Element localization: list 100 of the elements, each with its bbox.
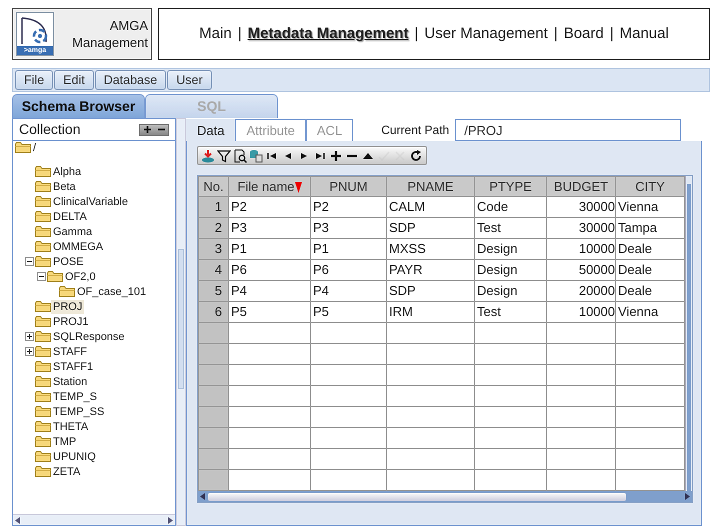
vertical-scrollbar[interactable] (176, 118, 186, 526)
tree-item[interactable]: OMMEGA (51, 240, 106, 254)
folder-icon (35, 165, 51, 178)
folder-icon (35, 300, 51, 313)
tree-item[interactable]: THETA (51, 420, 90, 434)
tree-item[interactable]: ZETA (51, 464, 82, 478)
row-number: 3 (198, 238, 228, 260)
table-cell: 10000 (546, 302, 616, 322)
column-header[interactable]: CITY (616, 176, 684, 196)
folder-icon (35, 330, 51, 343)
folder-icon (35, 195, 51, 208)
nav-link[interactable]: Metadata Management (248, 22, 408, 46)
table-cell: P5 (310, 302, 386, 322)
tree-item[interactable]: Gamma (51, 224, 94, 238)
plus-icon[interactable] (144, 126, 151, 133)
refresh-icon[interactable] (409, 148, 423, 162)
add-icon[interactable] (329, 148, 343, 162)
folder-icon (35, 375, 51, 388)
column-header[interactable]: BUDGET (546, 176, 616, 196)
folder-icon (35, 180, 51, 193)
menu-button[interactable]: Database (94, 70, 166, 90)
table-cell: 30000 (546, 218, 616, 238)
database-icon[interactable] (249, 148, 263, 162)
app-title: Management (71, 34, 148, 51)
table-cell: Design (474, 260, 546, 280)
tree-item[interactable]: TEMP_SS (51, 404, 106, 418)
expand-icon[interactable] (24, 332, 34, 341)
folder-icon (15, 141, 31, 154)
tree-item[interactable]: PROJ1 (51, 314, 90, 328)
tree-item[interactable]: OF2,0 (63, 270, 98, 284)
column-header[interactable]: File name (228, 176, 310, 196)
tree-item[interactable]: STAFF1 (51, 360, 96, 374)
tab[interactable]: Schema Browser (12, 94, 145, 118)
tree-item[interactable]: DELTA (51, 210, 89, 224)
export-icon[interactable] (201, 148, 215, 162)
tree-item[interactable]: / (31, 141, 38, 155)
menu-button[interactable]: File (15, 70, 54, 90)
folder-icon (35, 255, 51, 268)
path-label: Current Path (381, 122, 450, 139)
sort-descending-icon[interactable] (294, 181, 302, 194)
horizontal-scrollbar[interactable] (13, 514, 176, 525)
folder-icon (35, 360, 51, 373)
nav-separator: | (610, 24, 614, 44)
horizontal-scrollbar[interactable] (198, 491, 692, 502)
table-cell: P5 (228, 302, 310, 322)
right-arrow-icon[interactable] (168, 516, 174, 524)
tree-item[interactable]: Alpha (51, 164, 84, 178)
tree-item[interactable]: ClinicalVariable (51, 194, 130, 208)
right-arrow-icon[interactable] (685, 493, 690, 500)
column-header[interactable]: PNAME (386, 176, 474, 196)
tree-item[interactable]: OF_case_101 (75, 284, 148, 298)
preview-icon[interactable] (233, 148, 247, 162)
menu-button[interactable]: User (167, 70, 212, 90)
tree-item[interactable]: Beta (51, 180, 78, 194)
tree-item[interactable]: TEMP_S (51, 390, 100, 404)
row-number: 5 (198, 280, 228, 302)
nav-separator: | (238, 24, 242, 44)
tree-item[interactable]: PROJ (51, 300, 84, 314)
column-header[interactable]: PNUM (310, 176, 386, 196)
nav-link[interactable]: Main (199, 22, 232, 46)
table-cell: P4 (228, 280, 310, 302)
tab[interactable]: Data (186, 119, 236, 141)
row-number: 2 (198, 218, 228, 238)
path-field[interactable]: /PROJ (455, 119, 682, 141)
app-title: AMGA (108, 17, 148, 34)
table-cell: Test (474, 218, 546, 238)
tree-item[interactable]: STAFF (51, 344, 90, 358)
table-cell: Design (474, 280, 546, 302)
table-cell: SDP (386, 280, 474, 302)
tree-item[interactable]: POSE (51, 254, 86, 268)
collapse-icon[interactable] (24, 257, 34, 266)
folder-icon (59, 285, 75, 298)
tree-item[interactable]: SQLResponse (51, 330, 127, 344)
nav-link[interactable]: Manual (620, 22, 669, 46)
collapse-icon[interactable] (36, 272, 46, 281)
column-header[interactable]: No. (198, 176, 228, 196)
expand-collapse-control[interactable] (139, 124, 170, 136)
minus-icon[interactable] (158, 126, 165, 133)
filter-icon[interactable] (217, 148, 231, 162)
folder-icon (35, 420, 51, 433)
tree-item[interactable]: UPUNIQ (51, 450, 98, 464)
column-header[interactable]: PTYPE (474, 176, 546, 196)
folder-icon (35, 450, 51, 463)
vertical-scrollbar[interactable] (685, 176, 692, 491)
folder-icon (35, 315, 51, 328)
nav-link[interactable]: Board (564, 22, 604, 46)
tree-item[interactable]: Station (51, 374, 90, 388)
row-number: 4 (198, 260, 228, 280)
nav-link[interactable]: User Management (424, 22, 548, 46)
left-arrow-icon[interactable] (15, 516, 20, 524)
expand-icon[interactable] (24, 347, 34, 356)
table-cell: P6 (310, 260, 386, 280)
tree-item[interactable]: TMP (51, 434, 78, 448)
row-number: 1 (198, 196, 228, 218)
table-cell: Code (474, 196, 546, 218)
table-cell: P1 (228, 238, 310, 260)
table-cell: P2 (228, 196, 310, 218)
menu-button[interactable]: Edit (54, 70, 94, 90)
left-arrow-icon[interactable] (200, 493, 205, 500)
table-cell: MXSS (386, 238, 474, 260)
